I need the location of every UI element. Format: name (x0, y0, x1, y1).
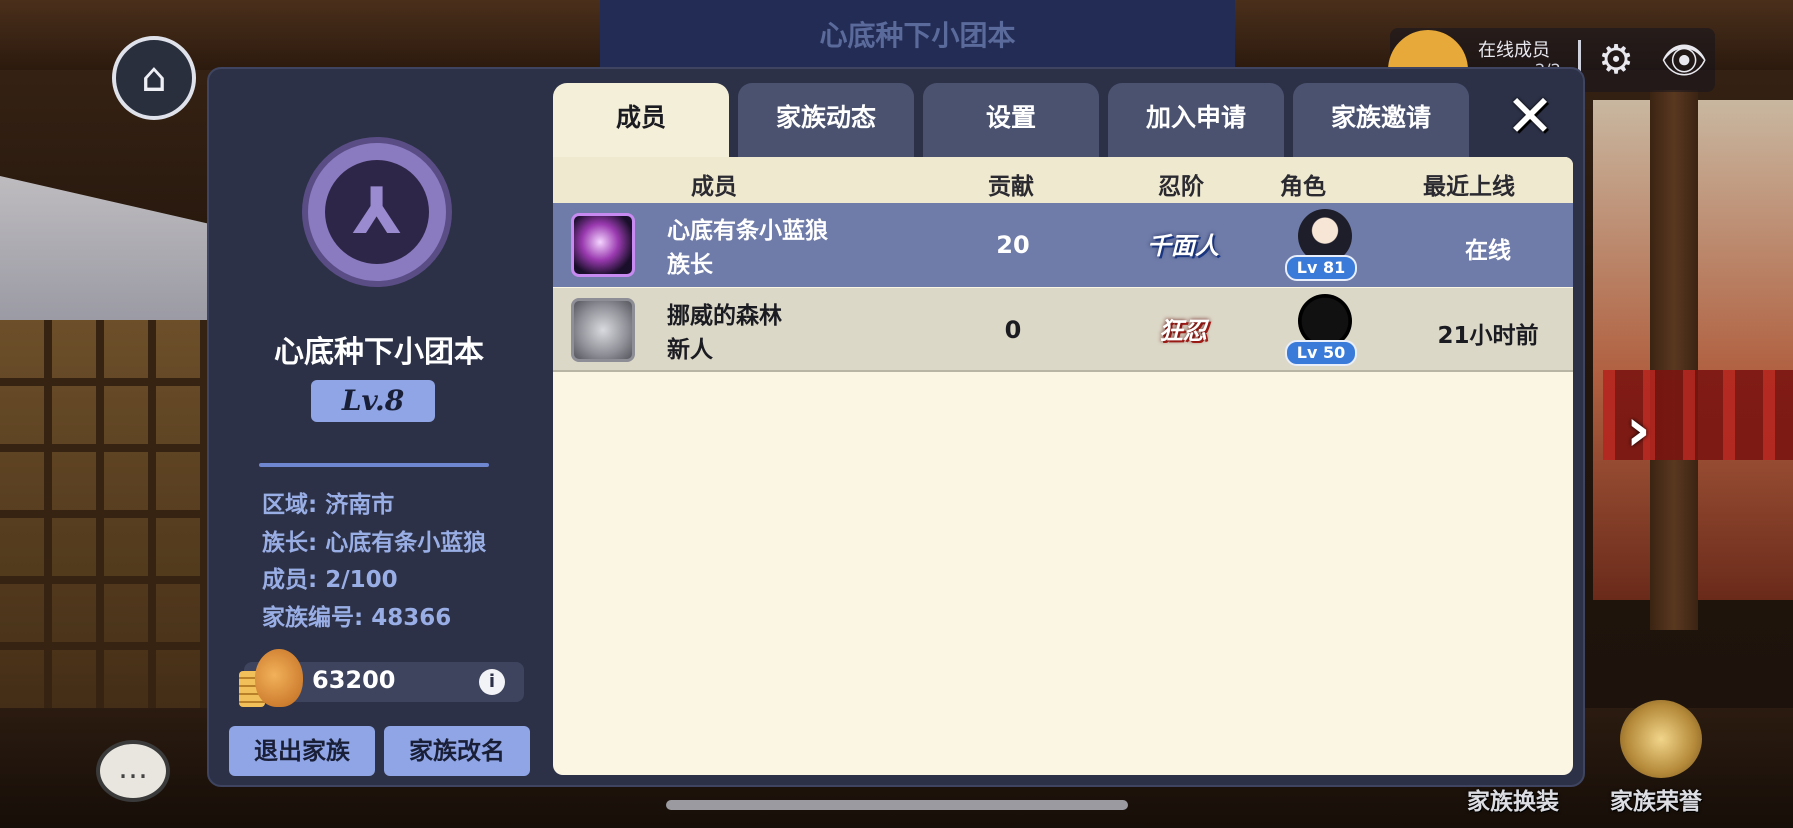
panel-divider (259, 463, 489, 467)
clan-info-panel: ⅄ 心底种下小团本 Lv.8 区域: 济南市 族长: 心底有条小蓝狼 成员: 2… (209, 69, 549, 785)
chevron-right-icon[interactable]: › (1626, 395, 1651, 465)
member-name: 心底有条小蓝狼 (667, 218, 828, 244)
character-level: Lv 50 (1285, 340, 1357, 366)
rename-clan-button[interactable]: 家族改名 (384, 726, 530, 776)
money-bag-icon (255, 649, 303, 707)
quit-clan-button[interactable]: 退出家族 (229, 726, 375, 776)
coin-bag-icon (239, 649, 303, 707)
member-contribution: 20 (996, 231, 1030, 259)
header-member: 成员 (691, 174, 737, 200)
tab-join-requests[interactable]: 加入申请 (1108, 83, 1284, 157)
member-last-online: 在线 (1465, 238, 1511, 264)
header-last-online: 最近上线 (1423, 174, 1515, 200)
clan-honor-button[interactable]: 家族荣誉 (1610, 782, 1702, 816)
tab-clan-activity[interactable]: 家族动态 (738, 83, 914, 157)
clan-modal: ⅄ 心底种下小团本 Lv.8 区域: 济南市 族长: 心底有条小蓝狼 成员: 2… (207, 67, 1585, 787)
tab-clan-invites[interactable]: 家族邀请 (1293, 83, 1469, 157)
eye-icon[interactable]: 👁 (1658, 36, 1710, 84)
clan-region: 区域: 济南市 (262, 492, 395, 518)
character-level: Lv 81 (1285, 255, 1357, 281)
rank-badge: 狂忍 (1159, 317, 1207, 345)
table-row[interactable]: 心底有条小蓝狼 族长 20 千面人 Lv 81 在线 (553, 203, 1573, 287)
clan-emblem-icon: ⅄ (302, 137, 452, 287)
cloth-banner (0, 176, 210, 320)
clan-leader: 族长: 心底有条小蓝狼 (262, 530, 487, 556)
clan-name: 心底种下小团本 (274, 335, 484, 370)
tab-members[interactable]: 成员 (553, 83, 729, 163)
online-members-label: 在线成员 (1478, 40, 1550, 61)
wooden-pillar (1650, 90, 1698, 630)
member-avatar (571, 213, 635, 277)
info-icon[interactable]: i (479, 669, 505, 695)
home-indicator (666, 800, 1128, 810)
close-icon[interactable]: ✕ (1499, 85, 1561, 147)
chat-bubble-icon[interactable]: … (96, 740, 170, 802)
member-role: 族长 (667, 252, 713, 278)
clan-outfit-button[interactable]: 家族换装 (1467, 782, 1559, 816)
clan-level-badge: Lv.8 (311, 380, 435, 422)
member-last-online: 21小时前 (1437, 323, 1539, 349)
header-character: 角色 (1280, 174, 1326, 200)
home-icon: ⌂ (141, 55, 167, 101)
emblem-symbol: ⅄ (325, 160, 429, 264)
members-table: 成员 贡献 忍阶 角色 最近上线 心底有条小蓝狼 族长 20 千面人 Lv 81… (553, 157, 1573, 775)
clan-id: 家族编号: 48366 (262, 605, 452, 631)
shoji-screen (0, 320, 210, 720)
top-banner-title: 心底种下小团本 (819, 19, 1016, 52)
top-banner: 心底种下小团本 (600, 0, 1235, 70)
member-avatar (571, 298, 635, 362)
settings-icon[interactable]: ⚙ (1592, 36, 1640, 84)
table-header: 成员 贡献 忍阶 角色 最近上线 (553, 157, 1573, 203)
member-name: 挪威的森林 (667, 303, 782, 329)
clan-funds-value: 63200 (312, 666, 396, 694)
member-role: 新人 (667, 337, 713, 363)
clan-member-count: 成员: 2/100 (262, 567, 398, 593)
rank-badge: 千面人 (1147, 232, 1219, 260)
header-contribution: 贡献 (988, 174, 1034, 200)
trophy-icon[interactable] (1620, 700, 1702, 778)
home-button[interactable]: ⌂ (112, 36, 196, 120)
member-contribution: 0 (1004, 316, 1022, 344)
table-row[interactable]: 挪威的森林 新人 0 狂忍 Lv 50 21小时前 (553, 288, 1573, 372)
tab-settings[interactable]: 设置 (923, 83, 1099, 157)
header-rank: 忍阶 (1158, 174, 1204, 200)
